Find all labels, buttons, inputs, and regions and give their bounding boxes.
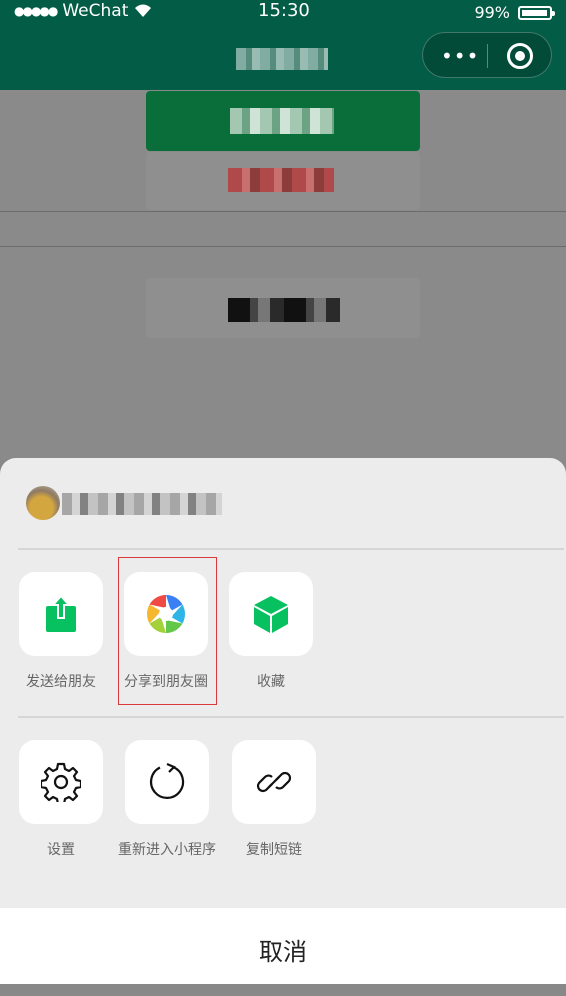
settings-label: 设置: [47, 842, 75, 858]
secondary-button-label-redacted: [228, 168, 334, 192]
mini-program-avatar: [26, 486, 60, 520]
sheet-header: [0, 458, 566, 548]
copy-short-link-tile[interactable]: [232, 740, 316, 824]
settings-action[interactable]: 设置: [11, 740, 111, 862]
reload-icon: [150, 762, 185, 799]
divider-line: [0, 211, 566, 212]
sheet-divider: [18, 716, 564, 718]
settings-icon: [41, 762, 81, 802]
share-action-sheet: 发送给朋友 分享到朋友圈 收藏 设置 重新进入小程序 复制短链 取消: [0, 458, 566, 984]
send-to-friend-tile[interactable]: [19, 572, 103, 656]
reenter-mini-program-action[interactable]: 重新进入小程序: [117, 740, 217, 862]
close-mini-program-icon[interactable]: [507, 43, 533, 69]
copy-short-link-action[interactable]: 复制短链: [224, 740, 324, 862]
sheet-divider: [18, 548, 564, 550]
more-button[interactable]: •••: [441, 44, 479, 68]
link-icon: [256, 771, 292, 793]
cancel-button[interactable]: 取消: [0, 908, 566, 984]
copy-short-link-label: 复制短链: [246, 842, 302, 858]
divider-line: [0, 246, 566, 247]
battery-group: 99%: [474, 3, 555, 22]
status-bar: ●●●●● WeChat 15:30 99%: [0, 0, 566, 26]
favorite-label: 收藏: [257, 674, 285, 690]
clock: 15:30: [258, 0, 310, 21]
capsule-divider: [487, 44, 488, 68]
reenter-tile[interactable]: [125, 740, 209, 824]
carrier-group: ●●●●● WeChat: [14, 1, 152, 21]
tertiary-button-label-redacted: [228, 298, 340, 322]
battery-icon: [518, 5, 555, 20]
send-to-friend-label: 发送给朋友: [26, 674, 96, 690]
favorite-tile[interactable]: [229, 572, 313, 656]
send-to-friend-action[interactable]: 发送给朋友: [11, 572, 111, 694]
top-bar: ●●●●● WeChat 15:30 99% •••: [0, 0, 566, 90]
battery-percent: 99%: [474, 3, 510, 22]
favorite-action[interactable]: 收藏: [221, 572, 321, 694]
carrier-label: WeChat: [62, 1, 129, 21]
reenter-label: 重新进入小程序: [118, 842, 216, 858]
wifi-icon: [135, 4, 152, 17]
signal-icon: ●●●●●: [14, 4, 58, 18]
selection-highlight-box: [118, 557, 217, 705]
primary-button-label-redacted: [230, 108, 334, 134]
settings-tile[interactable]: [19, 740, 103, 824]
mini-program-name-redacted: [62, 493, 222, 515]
nav-title-redacted: [236, 48, 328, 70]
mini-program-capsule: •••: [422, 32, 552, 78]
page-content-masked: [0, 90, 566, 460]
send-to-friend-icon: [46, 594, 76, 632]
favorite-icon: [254, 596, 288, 633]
